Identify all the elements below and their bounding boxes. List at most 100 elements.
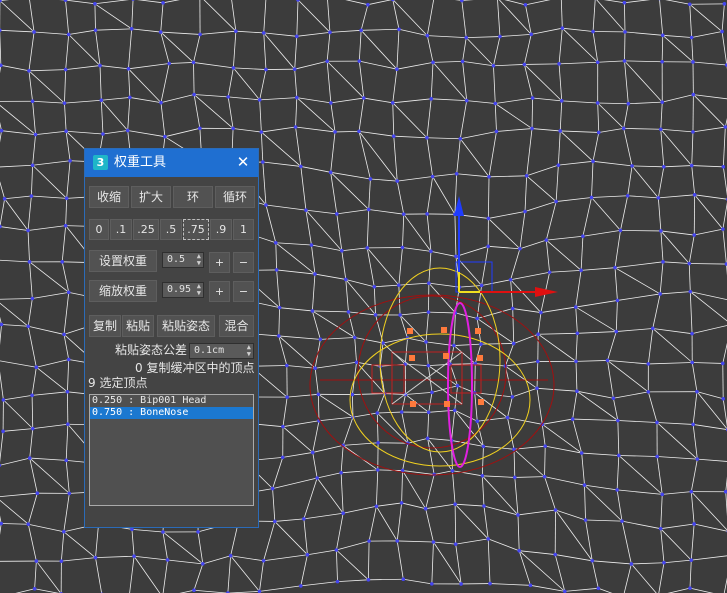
- weight-preset-0.9[interactable]: .9: [210, 219, 232, 240]
- mesh-vertex: [591, 159, 595, 164]
- mesh-vertex: [158, 30, 163, 34]
- mesh-vertex: [234, 29, 238, 33]
- mesh-vertex: [658, 127, 663, 132]
- mesh-vertex: [590, 558, 595, 563]
- list-item[interactable]: 0.250 : Bip001 Head: [90, 395, 253, 407]
- ring-button[interactable]: 环: [173, 186, 213, 208]
- mesh-vertex: [430, 174, 435, 179]
- mesh-vertex: [304, 208, 308, 212]
- mesh-vertex: [62, 529, 66, 534]
- paste-tolerance-spinner[interactable]: 0.1cm ▲ ▼: [189, 343, 254, 359]
- weight-preset-0.75[interactable]: .75: [183, 219, 209, 240]
- mesh-vertex: [554, 199, 558, 204]
- mesh-vertex: [695, 389, 699, 394]
- mesh-vertex: [720, 361, 725, 366]
- mesh-vertex: [343, 277, 348, 282]
- set-weight-button[interactable]: 设置权重: [89, 250, 157, 272]
- mesh-vertex: [581, 234, 585, 239]
- mesh-vertex: [27, 456, 32, 460]
- mesh-vertex: [486, 537, 491, 541]
- mesh-vertex: [339, 470, 343, 475]
- weight-preset-1[interactable]: 1: [233, 219, 254, 240]
- grow-button[interactable]: 扩大: [131, 186, 171, 208]
- mesh-vertex: [660, 33, 665, 38]
- spinner-arrows-icon[interactable]: ▲ ▼: [197, 253, 201, 267]
- mesh-vertex: [346, 310, 351, 314]
- mesh-vertex: [579, 451, 584, 455]
- mesh-vertex: [629, 562, 634, 566]
- mesh-vertex: [510, 395, 515, 399]
- buffer-vertex-count: 0 复制缓冲区中的顶点: [135, 361, 255, 375]
- weight-preset-0.5[interactable]: .5: [160, 219, 182, 240]
- mesh-vertex: [660, 492, 665, 497]
- blend-button[interactable]: 混合: [219, 315, 254, 337]
- title-bar[interactable]: 3 权重工具 ✕: [85, 149, 258, 177]
- list-item[interactable]: 0.750 : BoneNose: [90, 407, 253, 419]
- mesh-vertex: [535, 386, 539, 391]
- mesh-vertex: [691, 60, 695, 64]
- mesh-vertex: [390, 101, 395, 105]
- mesh-vertex: [274, 268, 279, 272]
- paste-pose-button[interactable]: 粘贴姿态: [157, 315, 215, 337]
- scale-weight-minus-button[interactable]: −: [233, 281, 254, 302]
- mesh-vertex: [280, 455, 285, 460]
- mesh-vertex: [63, 223, 68, 228]
- mesh-vertex: [589, 195, 594, 200]
- copy-button[interactable]: 复制: [89, 315, 121, 337]
- mesh-vertex: [128, 95, 132, 100]
- weight-preset-0.1[interactable]: .1: [110, 219, 132, 240]
- mesh-vertex: [62, 332, 66, 337]
- mesh-vertex: [690, 360, 695, 365]
- mesh-vertex: [430, 582, 434, 586]
- mesh-vertex: [93, 555, 98, 560]
- mesh-vertex: [368, 177, 373, 181]
- mesh-vertex: [595, 60, 600, 65]
- scale-weight-plus-button[interactable]: +: [209, 281, 230, 302]
- mesh-vertex: [536, 332, 540, 337]
- mesh-vertex: [559, 99, 564, 103]
- mesh-vertex: [617, 453, 621, 458]
- mesh-vertex: [395, 179, 400, 183]
- mesh-vertex: [618, 228, 623, 233]
- mesh-vertex: [391, 134, 396, 139]
- mesh-vertex: [583, 518, 588, 522]
- spinner-arrows-icon[interactable]: ▲ ▼: [247, 344, 251, 358]
- mesh-vertex: [398, 313, 402, 317]
- mesh-vertex: [32, 586, 37, 591]
- loop-button[interactable]: 循环: [215, 186, 255, 208]
- mesh-vertex: [30, 393, 34, 398]
- mesh-edge: [352, 394, 354, 418]
- shrink-button[interactable]: 收缩: [89, 186, 129, 208]
- mesh-vertex: [335, 212, 339, 216]
- weight-preset-0.25[interactable]: .25: [133, 219, 159, 240]
- mesh-vertex: [431, 540, 436, 544]
- mesh-vertex: [302, 517, 306, 521]
- mesh-vertex: [261, 31, 266, 35]
- mesh-vertex: [621, 126, 626, 131]
- bone-weight-list[interactable]: 0.250 : Bip001 Head 0.750 : BoneNose: [89, 394, 254, 506]
- scale-weight-spinner[interactable]: 0.95 ▲ ▼: [162, 282, 204, 298]
- weight-preset-0[interactable]: 0: [89, 219, 109, 240]
- mesh-vertex: [33, 132, 38, 137]
- set-weight-plus-button[interactable]: +: [209, 252, 230, 273]
- set-weight-spinner[interactable]: 0.5 ▲ ▼: [162, 252, 204, 268]
- mesh-vertex: [522, 62, 527, 67]
- mesh-vertex: [458, 136, 463, 141]
- mesh-vertex: [562, 589, 567, 593]
- mesh-vertex: [64, 458, 68, 463]
- mesh-vertex: [453, 502, 457, 506]
- mesh-vertex: [720, 29, 724, 34]
- mesh-vertex: [544, 238, 549, 242]
- mesh-vertex: [692, 522, 696, 526]
- close-icon[interactable]: ✕: [234, 152, 252, 172]
- spinner-arrows-icon[interactable]: ▲ ▼: [197, 283, 201, 297]
- scale-weight-button[interactable]: 缩放权重: [89, 280, 157, 302]
- mesh-vertex: [508, 277, 513, 282]
- mesh-vertex: [62, 101, 67, 105]
- mesh-vertex: [63, 67, 68, 72]
- set-weight-minus-button[interactable]: −: [233, 252, 254, 273]
- mesh-vertex: [579, 268, 583, 273]
- mesh-vertex: [557, 62, 561, 66]
- paste-button[interactable]: 粘贴: [122, 315, 154, 337]
- mesh-vertex: [660, 59, 664, 64]
